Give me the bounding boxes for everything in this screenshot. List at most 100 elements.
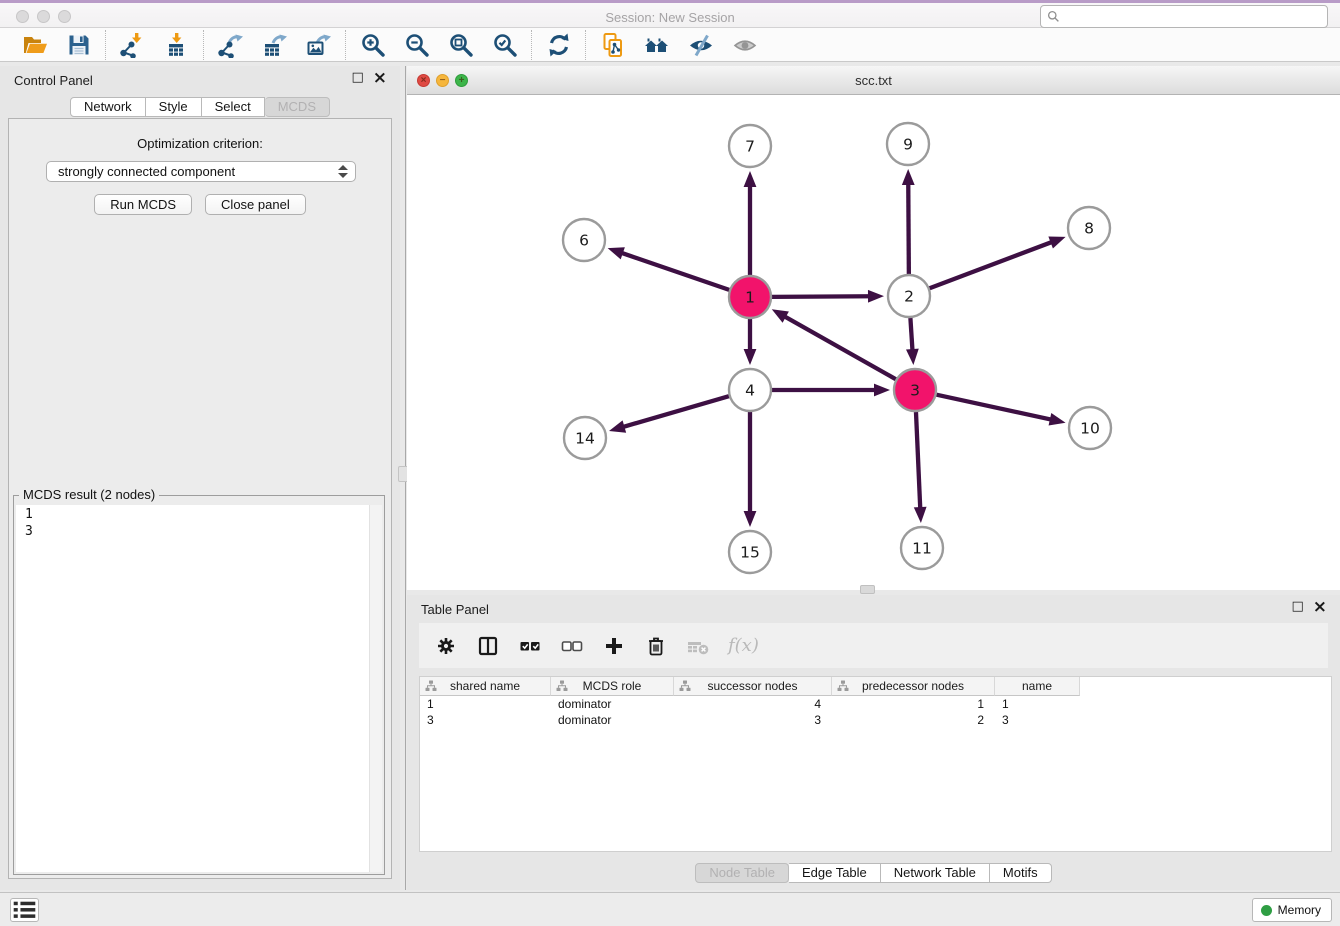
- edge-arrowhead-icon: [609, 420, 626, 432]
- column-header-MCDS-role[interactable]: MCDS role: [551, 677, 674, 696]
- float-panel-icon[interactable]: □: [351, 70, 363, 85]
- show-all-button[interactable]: [731, 31, 758, 58]
- cell-predecessor-nodes[interactable]: 1: [832, 696, 995, 712]
- horizontal-splitter-grip[interactable]: [860, 585, 875, 594]
- result-scrollbar[interactable]: [369, 505, 382, 872]
- function-builder-button[interactable]: f(x): [728, 634, 759, 658]
- zoom-selected-button[interactable]: [491, 31, 518, 58]
- optimization-criterion-dropdown[interactable]: strongly connected component: [46, 161, 356, 182]
- deselect-all-button[interactable]: [560, 634, 584, 658]
- export-image-icon: [306, 32, 332, 58]
- memory-button[interactable]: Memory: [1252, 898, 1332, 922]
- cell-shared-name[interactable]: 1: [420, 696, 551, 712]
- toolbar-group: [203, 30, 345, 60]
- close-panel-icon[interactable]: ×: [373, 71, 387, 85]
- hide-selected-button[interactable]: [687, 31, 714, 58]
- toolbar-group: [585, 30, 771, 60]
- toolbar-group: [8, 30, 105, 60]
- toolbar-group: [105, 30, 203, 60]
- network-canvas[interactable]: 7968124314101511: [407, 95, 1340, 590]
- edge-arrowhead-icon: [1048, 237, 1065, 249]
- tab-motifs[interactable]: Motifs: [990, 863, 1052, 883]
- save-session-icon: [66, 32, 92, 58]
- cell-predecessor-nodes[interactable]: 2: [832, 712, 995, 728]
- network-from-selection-button[interactable]: [599, 31, 626, 58]
- tab-network[interactable]: Network: [70, 97, 146, 117]
- first-neighbors-icon: [644, 32, 670, 58]
- zoom-fit-button[interactable]: [447, 31, 474, 58]
- delete-table-button[interactable]: [686, 634, 710, 658]
- graph-node-label-2: 2: [904, 288, 914, 306]
- cell-name[interactable]: 3: [995, 712, 1080, 728]
- graph-edge-4-14[interactable]: [621, 396, 728, 427]
- tab-network-table[interactable]: Network Table: [881, 863, 990, 883]
- cell-MCDS-role[interactable]: dominator: [551, 712, 674, 728]
- import-table-button[interactable]: [163, 31, 190, 58]
- mcds-result-list[interactable]: 13: [16, 505, 382, 872]
- column-header-label: successor nodes: [707, 679, 797, 693]
- search-box[interactable]: [1040, 5, 1328, 28]
- graph-edge-2-8[interactable]: [930, 241, 1054, 288]
- network-window-titlebar[interactable]: × − + scc.txt: [407, 66, 1340, 95]
- column-header-successor-nodes[interactable]: successor nodes: [674, 677, 832, 696]
- graph-node-label-15: 15: [740, 544, 760, 562]
- column-type-icon: [679, 680, 691, 692]
- graph-edge-3-10[interactable]: [936, 395, 1052, 420]
- table-settings-button[interactable]: [434, 634, 458, 658]
- table-toolbar: f(x): [419, 623, 1328, 668]
- status-bar: Memory: [0, 892, 1340, 926]
- cell-MCDS-role[interactable]: dominator: [551, 696, 674, 712]
- add-column-button[interactable]: [602, 634, 626, 658]
- tab-node-table[interactable]: Node Table: [695, 863, 789, 883]
- graph-edge-1-6[interactable]: [620, 252, 729, 290]
- graph-edge-2-3[interactable]: [910, 318, 912, 352]
- float-table-panel-icon[interactable]: □: [1291, 599, 1303, 614]
- network-view-window: × − + scc.txt 7968124314101511: [407, 66, 1340, 590]
- column-header-name[interactable]: name: [995, 677, 1080, 696]
- cell-shared-name[interactable]: 3: [420, 712, 551, 728]
- zoom-out-button[interactable]: [403, 31, 430, 58]
- toolbar-group: [531, 30, 585, 60]
- import-network-button[interactable]: [119, 31, 146, 58]
- column-header-shared-name[interactable]: shared name: [420, 677, 551, 696]
- cell-successor-nodes[interactable]: 4: [674, 696, 832, 712]
- cell-successor-nodes[interactable]: 3: [674, 712, 832, 728]
- search-input[interactable]: [1064, 9, 1321, 25]
- tab-edge-table[interactable]: Edge Table: [789, 863, 881, 883]
- memory-label: Memory: [1278, 903, 1321, 917]
- graph-edge-1-2[interactable]: [772, 296, 871, 297]
- tab-select[interactable]: Select: [202, 97, 265, 117]
- column-browser-icon: [477, 635, 499, 657]
- close-table-panel-icon[interactable]: ×: [1313, 600, 1327, 614]
- open-session-button[interactable]: [21, 31, 48, 58]
- status-tasks-button[interactable]: [10, 898, 39, 922]
- zoom-in-button[interactable]: [359, 31, 386, 58]
- add-column-icon: [603, 635, 625, 657]
- export-table-button[interactable]: [261, 31, 288, 58]
- first-neighbors-button[interactable]: [643, 31, 670, 58]
- column-browser-button[interactable]: [476, 634, 500, 658]
- table-row[interactable]: 1dominator411: [420, 696, 1331, 712]
- export-network-button[interactable]: [217, 31, 244, 58]
- table-tabs: Node TableEdge TableNetwork TableMotifs: [407, 863, 1340, 883]
- run-mcds-button[interactable]: Run MCDS: [94, 194, 192, 215]
- graph-edge-3-1[interactable]: [783, 316, 896, 380]
- tab-style[interactable]: Style: [146, 97, 202, 117]
- table-row[interactable]: 3dominator323: [420, 712, 1331, 728]
- export-image-button[interactable]: [305, 31, 332, 58]
- mcds-result-group: MCDS result (2 nodes) 13: [13, 495, 385, 875]
- graph-edge-3-11[interactable]: [916, 412, 920, 510]
- apply-layout-icon: [546, 32, 572, 58]
- graph-edge-2-9[interactable]: [908, 182, 909, 274]
- memory-status-icon: [1261, 905, 1272, 916]
- close-panel-button[interactable]: Close panel: [205, 194, 306, 215]
- delete-column-button[interactable]: [644, 634, 668, 658]
- network-graph[interactable]: 7968124314101511: [407, 95, 1340, 590]
- edge-arrowhead-icon: [1049, 413, 1066, 426]
- cell-name[interactable]: 1: [995, 696, 1080, 712]
- save-session-button[interactable]: [65, 31, 92, 58]
- apply-layout-button[interactable]: [545, 31, 572, 58]
- column-header-predecessor-nodes[interactable]: predecessor nodes: [832, 677, 995, 696]
- select-all-button[interactable]: [518, 634, 542, 658]
- tab-mcds[interactable]: MCDS: [265, 97, 330, 117]
